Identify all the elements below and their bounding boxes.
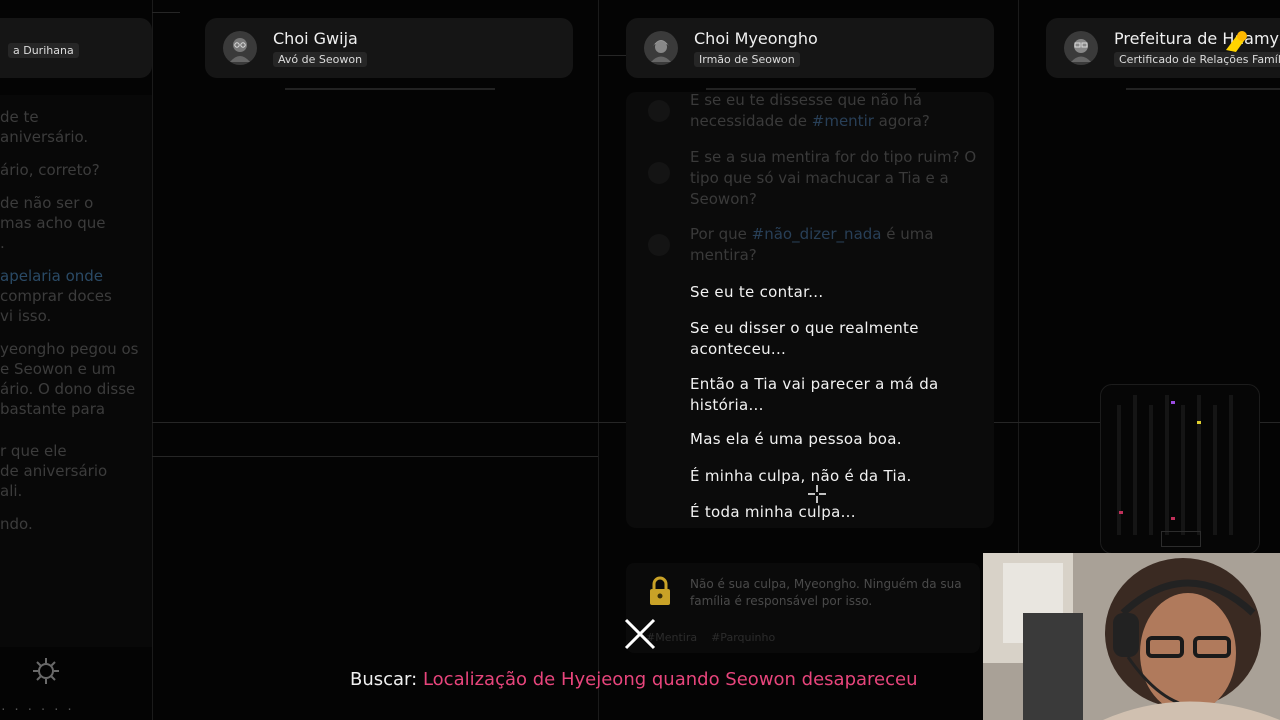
card-divider: [285, 88, 495, 90]
left-chat-block: yeongho pegou os e Seowon e um ário. O d…: [0, 340, 139, 418]
gear-icon[interactable]: [30, 655, 62, 687]
tag-link[interactable]: apelaria onde: [0, 266, 152, 286]
speaker-icon: [648, 100, 670, 122]
left-chat-block: apelaria onde comprar doces vi isso.: [0, 266, 152, 326]
left-chat-block: ário, correto?: [0, 161, 100, 179]
card-divider: [1126, 88, 1280, 90]
speaker-icon: [648, 234, 670, 256]
character-card-durihana[interactable]: a Durihana: [0, 18, 152, 78]
avatar-icon: [1064, 31, 1098, 65]
chat-line: Se eu disser o que realmente aconteceu..…: [690, 319, 919, 358]
grid-line: [598, 0, 599, 720]
grid-line: [152, 0, 153, 720]
webcam-overlay: [983, 553, 1280, 720]
character-card-prefeitura[interactable]: Prefeitura de Haamye Certificado de Rela…: [1046, 18, 1280, 78]
chat-tag[interactable]: #mentir: [812, 112, 874, 130]
chat-line: É minha culpa, não é da Tia.: [690, 467, 912, 485]
chat-line: É toda minha culpa...: [690, 503, 856, 521]
sticker-icon: [1226, 31, 1247, 52]
lock-icon: [650, 576, 670, 605]
card-badge: Avó de Seowon: [273, 52, 368, 67]
chat-tag[interactable]: #não_dizer_nada: [752, 225, 882, 243]
streamer-image: [983, 553, 1280, 720]
chat-panel-myeongho[interactable]: E se eu te dissesse que não há necessida…: [626, 92, 994, 528]
crosshair-icon: [808, 485, 826, 503]
chat-line: Mas ela é uma pessoa boa.: [690, 430, 902, 448]
signal-gauge: [1100, 384, 1260, 554]
card-badge: Irmão de Seowon: [694, 52, 800, 67]
reply-message: Não é sua culpa, Myeongho. Ninguém da su…: [690, 577, 962, 608]
card-name: Choi Myeongho: [694, 29, 818, 48]
gauge-bar: [1213, 405, 1217, 535]
search-label: Buscar:: [350, 669, 418, 690]
grid-line: [152, 12, 180, 13]
gauge-bar: [1149, 405, 1153, 535]
reply-tag[interactable]: #Parquinho: [711, 631, 775, 644]
gauge-bar: [1229, 395, 1233, 535]
search-bar[interactable]: Buscar: Localização de Hyejeong quando S…: [350, 669, 918, 690]
character-card-choi-gwija[interactable]: Choi Gwija Avó de Seowon: [205, 18, 573, 78]
gauge-bar: [1133, 395, 1137, 535]
card-name: Choi Gwija: [273, 29, 358, 48]
loading-dots: . . . . . .: [0, 700, 73, 713]
left-chat-block: r que ele de aniversário ali.: [0, 442, 108, 500]
close-x-cursor-icon[interactable]: [622, 616, 658, 652]
chat-line: Se eu te contar...: [690, 283, 824, 301]
chat-faded-message: E se eu te dissesse que não há necessida…: [690, 92, 930, 130]
reply-tags: #Mentira #Parquinho: [646, 631, 775, 644]
left-chat-column: de te aniversário. ário, correto? de não…: [0, 95, 152, 647]
grid-line: [152, 456, 598, 457]
chat-faded-message: E se a sua mentira for do tipo ruim? O t…: [690, 148, 977, 208]
chat-faded-message: Por que #não_dizer_nada é uma mentira?: [690, 225, 934, 264]
reply-panel[interactable]: Não é sua culpa, Myeongho. Ninguém da su…: [626, 563, 980, 653]
gauge-bar: [1181, 405, 1185, 535]
grid-line: [598, 55, 626, 56]
card-badge: a Durihana: [8, 42, 79, 58]
avatar-icon: [223, 31, 257, 65]
gauge-bar: [1197, 395, 1201, 535]
gauge-mark: [1171, 517, 1175, 520]
gauge-mark: [1119, 511, 1123, 514]
speaker-icon: [648, 162, 670, 184]
character-card-choi-myeongho[interactable]: Choi Myeongho Irmão de Seowon: [626, 18, 994, 78]
gauge-mark: [1171, 401, 1175, 404]
gauge-box: [1161, 531, 1201, 547]
gauge-mark: [1197, 421, 1201, 424]
avatar-icon: [644, 31, 678, 65]
search-query[interactable]: Localização de Hyejeong quando Seowon de…: [423, 669, 918, 690]
card-divider: [706, 88, 916, 90]
left-chat-block: de te aniversário.: [0, 108, 89, 146]
left-chat-block: ndo.: [0, 515, 33, 533]
chat-line: Então a Tia vai parecer a má da história…: [690, 375, 939, 414]
gauge-bar: [1117, 405, 1121, 535]
left-chat-block: de não ser o mas acho que .: [0, 194, 106, 252]
gauge-bar: [1165, 395, 1169, 535]
